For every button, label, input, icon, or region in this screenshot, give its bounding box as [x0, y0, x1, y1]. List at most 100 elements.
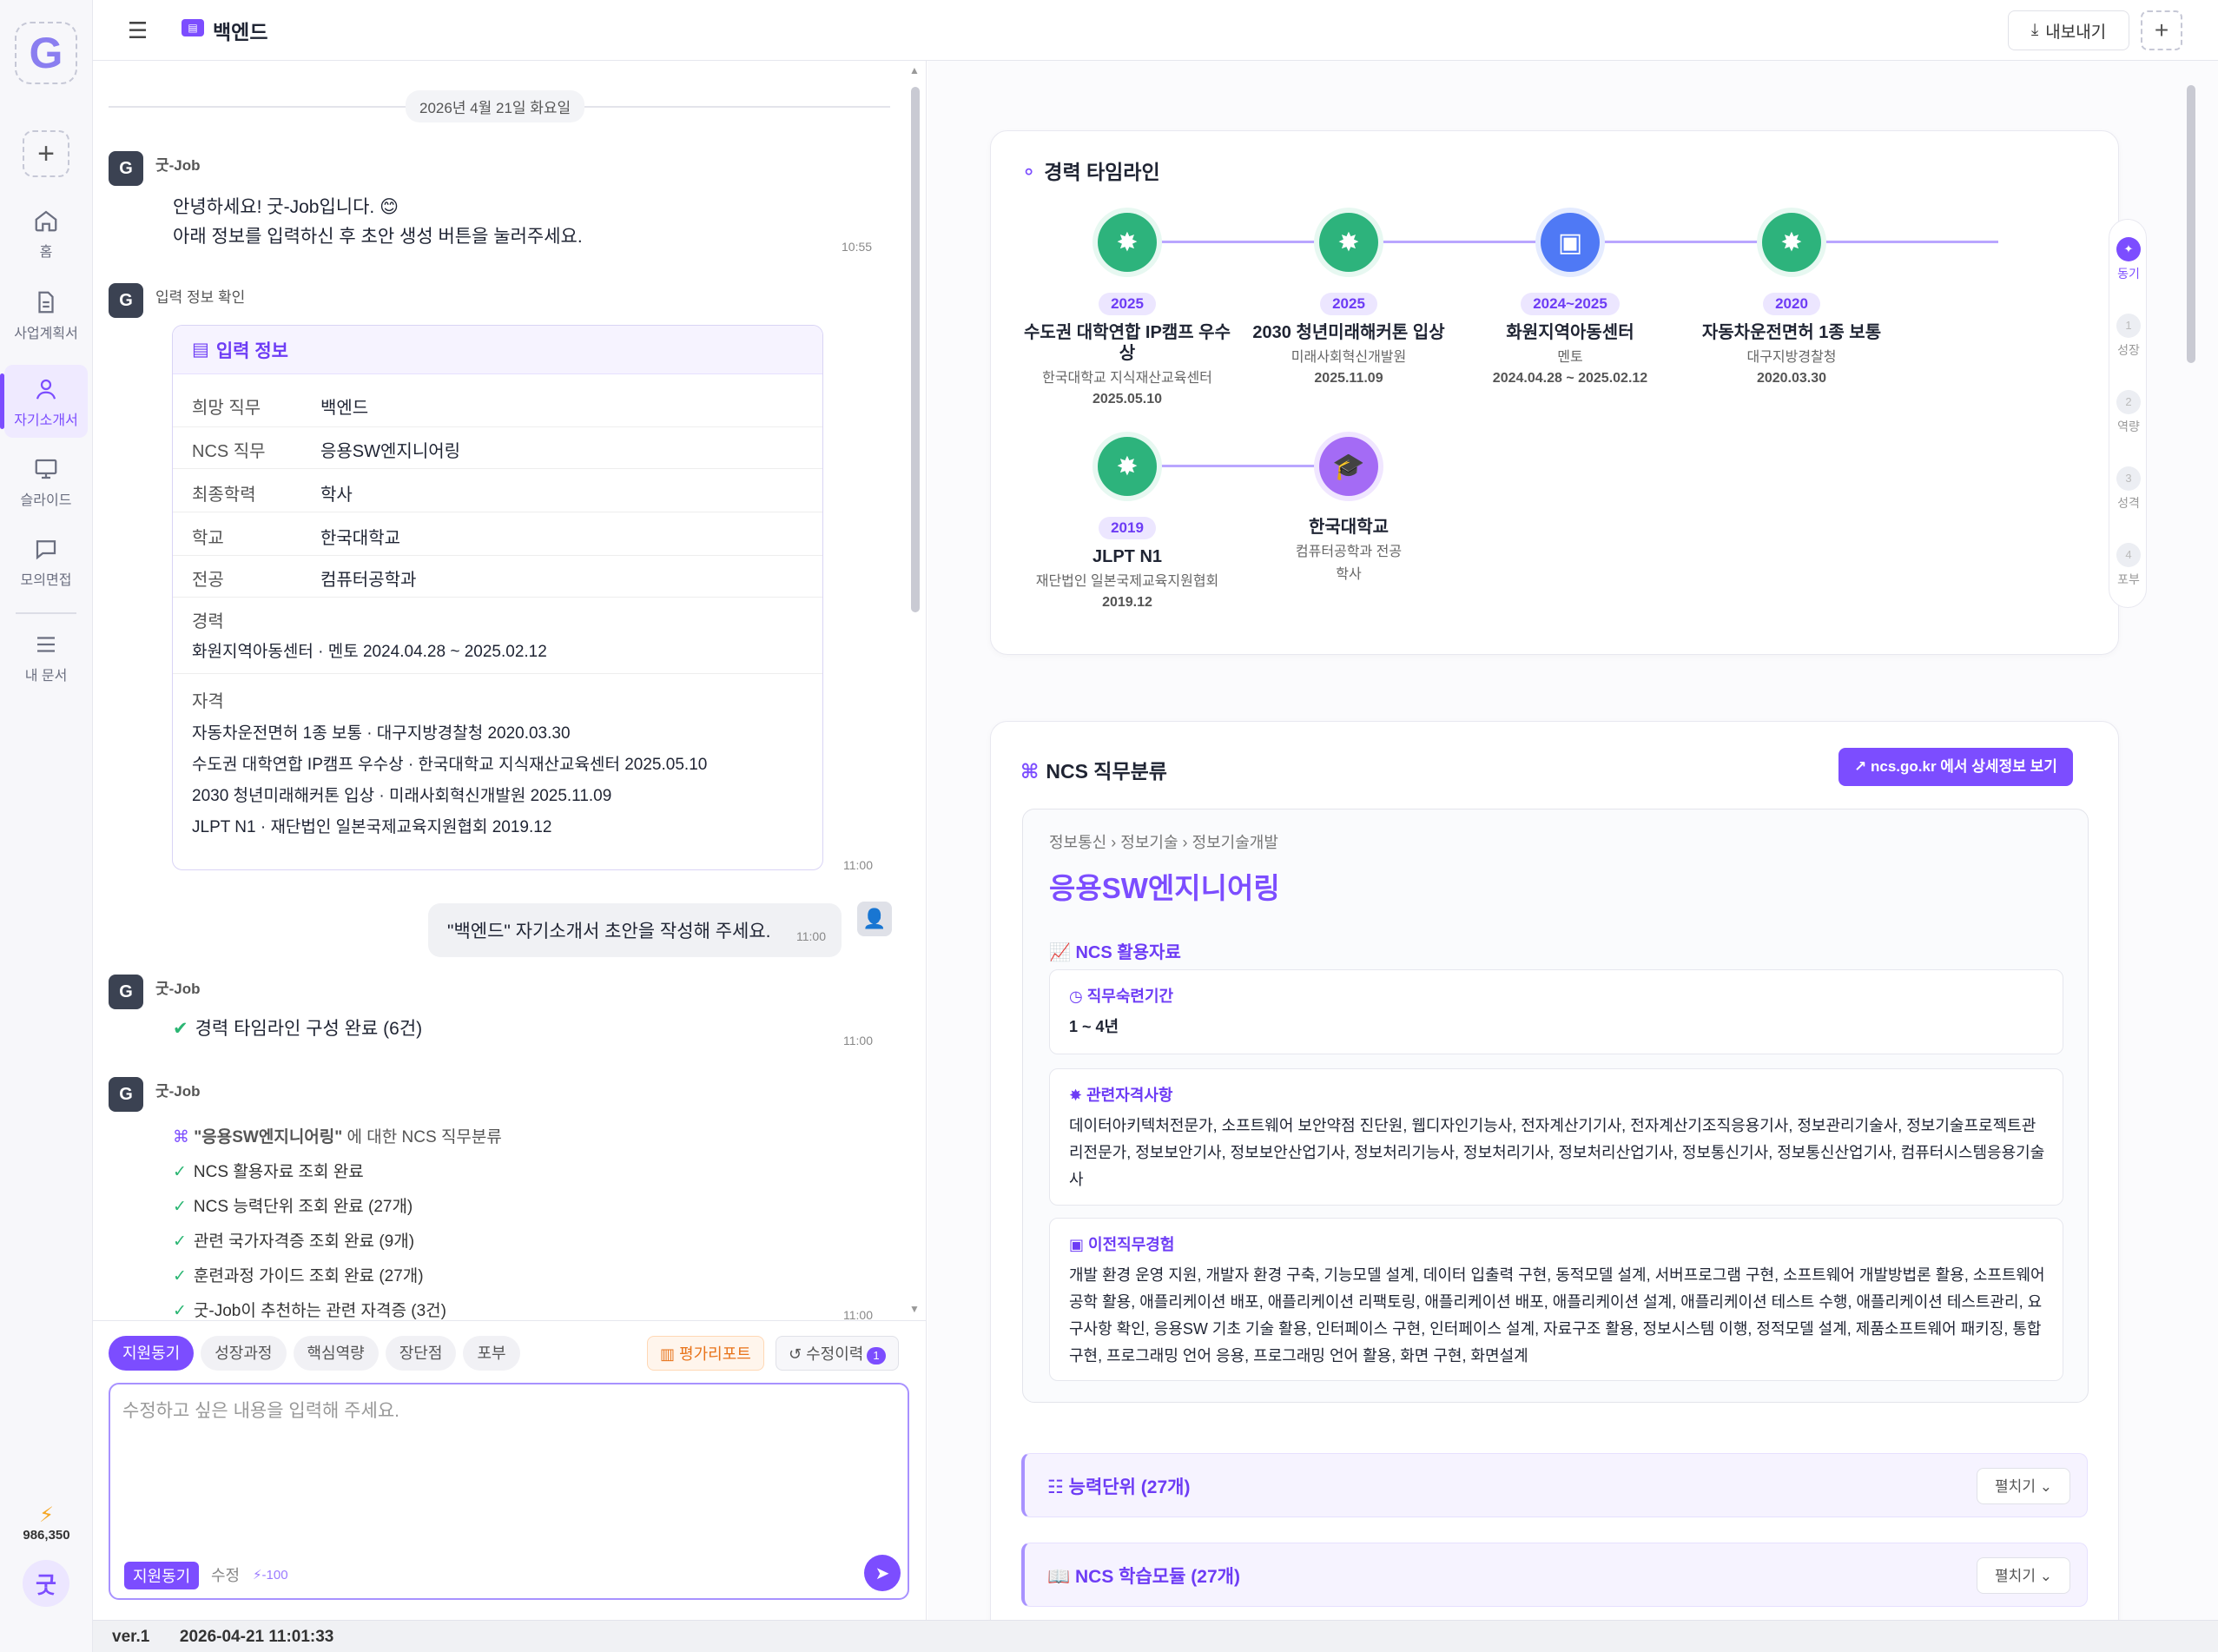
timeline-node[interactable]: ✸ 2025 2030 청년미래해커톤 입상 미래사회혁신개발원 2025.11… — [1240, 213, 1457, 387]
chevron-down-icon: ⌄ — [2039, 1478, 2052, 1495]
new-document-button[interactable]: + — [23, 130, 69, 177]
period-title: 직무숙련기간 — [1086, 988, 1174, 1005]
timeline-node[interactable]: 🎓 한국대학교 컴퓨터공학과 전공 학사 — [1240, 437, 1457, 583]
nav-item-slides[interactable]: 슬라이드 — [4, 445, 88, 518]
field-row: 희망 직무 백엔드 — [192, 393, 804, 419]
evaluation-report-button[interactable]: ▥ 평가리포트 — [647, 1336, 764, 1371]
step-number: 2 — [2116, 390, 2141, 414]
units-collapsible[interactable]: ☷ 능력단위 (27개) 펼치기 ⌄ — [1021, 1453, 2088, 1517]
section-tabs: 지원동기 성장과정 핵심역량 장단점 포부 — [109, 1336, 520, 1374]
tab-aspiration[interactable]: 포부 — [463, 1336, 520, 1371]
node-year: 2025 — [1320, 293, 1377, 315]
nav-item-home[interactable]: 홈 — [4, 196, 88, 269]
timeline-node[interactable]: ✸ 2025 수도권 대학연합 IP캠프 우수상 한국대학교 지식재산교육센터 … — [1019, 213, 1236, 407]
ncs-title-text: NCS 직무분류 — [1046, 760, 1167, 783]
avatar[interactable]: 굿 — [23, 1560, 69, 1607]
node-name: 2030 청년미래해커톤 입상 — [1252, 323, 1445, 342]
node-date: 2025.05.10 — [1092, 392, 1163, 406]
tab-strengths[interactable]: 장단점 — [385, 1336, 457, 1371]
modules-collapsible[interactable]: 📖 NCS 학습모듈 (27개) 펼치기 ⌄ — [1021, 1543, 2088, 1607]
check-text: 훈련과정 가이드 조회 완료 (27개) — [193, 1267, 424, 1285]
step-competency[interactable]: 2 역량 — [2109, 390, 2148, 435]
nav-item-my-documents[interactable]: 내 문서 — [4, 620, 88, 693]
id-card-icon: ▤ — [182, 19, 204, 36]
expand-button[interactable]: 펼치기 ⌄ — [1977, 1468, 2070, 1504]
rail-divider — [16, 612, 76, 614]
timeline-node[interactable]: ✸ 2019 JLPT N1 재단법인 일본국제교육지원협회 2019.12 — [1019, 437, 1236, 611]
row-divider — [173, 555, 822, 556]
export-button[interactable]: ⤓ 내보내기 — [2008, 10, 2129, 50]
cert-item: 수도권 대학연합 IP캠프 우수상 · 한국대학교 지식재산교육센터 2025.… — [192, 756, 708, 774]
timeline-node[interactable]: ▣ 2024~2025 화원지역아동센터 멘토 2024.04.28 ~ 202… — [1462, 213, 1679, 387]
units-label: 능력단위 (27개) — [1068, 1477, 1191, 1497]
edit-input[interactable] — [122, 1397, 887, 1527]
field-label: 전공 — [192, 571, 224, 590]
chat-scrollbar[interactable] — [911, 87, 920, 612]
field-value: 백엔드 — [320, 399, 369, 418]
document-title: 백엔드 — [213, 21, 268, 43]
badge-icon: ✸ — [1069, 1087, 1083, 1104]
person-icon — [30, 373, 62, 405]
check-icon: ✓ — [173, 1163, 187, 1181]
edit-history-button[interactable]: ↺ 수정이력 1 — [776, 1336, 899, 1371]
chevron-right-icon: › — [1182, 834, 1188, 851]
modules-label: NCS 학습모듈 (27개) — [1075, 1567, 1240, 1587]
breadcrumb-item[interactable]: 정보기술 — [1120, 834, 1178, 851]
step-growth[interactable]: 1 성장 — [2109, 314, 2148, 359]
app-logo[interactable]: G — [15, 22, 77, 84]
node-year: 2025 — [1099, 293, 1156, 315]
period-heading: ◷ 직무숙련기간 — [1069, 984, 1173, 1007]
timeline-done-message: ✔ 경력 타임라인 구성 완료 (6건) — [173, 1014, 422, 1044]
send-button[interactable]: ➤ — [864, 1555, 901, 1591]
timeline-node[interactable]: ✸ 2020 자동차운전면허 1종 보통 대구지방경찰청 2020.03.30 — [1683, 213, 1900, 387]
transfer-value: 개발 환경 운영 지원, 개발자 환경 구축, 기능모델 설계, 데이터 입출력… — [1069, 1266, 2045, 1365]
badge-icon: ✸ — [1319, 213, 1378, 272]
step-motivation[interactable]: ✦ 동기 — [2109, 237, 2148, 282]
scroll-down-arrow[interactable]: ▼ — [909, 1303, 920, 1315]
node-name: 수도권 대학연합 IP캠프 우수상 — [1024, 323, 1231, 363]
row-divider — [173, 426, 822, 427]
greeting-line-1: 안녕하세요! 굿-Job입니다. 😊 — [173, 197, 399, 217]
ncs-external-link-button[interactable]: ↗ ncs.go.kr 에서 상세정보 보기 — [1838, 748, 2073, 786]
preview-scrollbar[interactable] — [2187, 85, 2195, 363]
briefcase-icon: ▣ — [1541, 213, 1600, 272]
nav-label: 사업계획서 — [14, 327, 78, 341]
cost-value: -100 — [261, 1568, 288, 1583]
add-button[interactable]: + — [2141, 10, 2182, 50]
certs-value: 데이터아키텍처전문가, 소프트웨어 보안약점 진단원, 웹디자인기능사, 전자계… — [1069, 1117, 2045, 1188]
menu-icon[interactable]: ☰ — [128, 17, 154, 43]
sender-name: 굿-Job — [155, 157, 201, 174]
bot-avatar: G — [109, 283, 143, 318]
row-divider — [173, 468, 822, 469]
nav-item-cover-letter[interactable]: 자기소개서 — [0, 365, 88, 438]
expand-label: 펼치기 — [1995, 1478, 2036, 1495]
step-personality[interactable]: 3 성격 — [2109, 466, 2148, 512]
date-pill: 2026년 4월 21일 화요일 — [406, 90, 585, 122]
download-icon: ⤓ — [2030, 21, 2039, 39]
nav-item-business-plan[interactable]: 사업계획서 — [4, 278, 88, 351]
check-text: NCS 능력단위 조회 완료 (27개) — [193, 1198, 413, 1216]
scroll-up-arrow[interactable]: ▲ — [909, 64, 920, 76]
check-text: NCS 활용자료 조회 완료 — [193, 1163, 364, 1181]
tab-growth[interactable]: 성장과정 — [201, 1336, 287, 1371]
node-org: 재단법인 일본국제교육지원협회 — [1035, 574, 1219, 589]
badge-icon: ✸ — [1098, 437, 1157, 496]
tab-competency[interactable]: 핵심역량 — [293, 1336, 379, 1371]
node-year: 2020 — [1763, 293, 1820, 315]
expand-button[interactable]: 펼치기 ⌄ — [1977, 1557, 2070, 1594]
timeline-title: ⚬ 경력 타임라인 — [1020, 155, 1160, 185]
chart-line-icon: 📈 — [1049, 943, 1071, 962]
user-avatar-icon: 👤 — [857, 902, 892, 936]
node-date: 2019.12 — [1102, 595, 1152, 610]
app-root: G + 홈 사업계획서 자기소개서 슬라이드 모의면접 내 문서 ⚡ 986,3… — [0, 0, 2218, 1652]
node-year: 2024~2025 — [1521, 293, 1620, 315]
tab-motivation[interactable]: 지원동기 — [109, 1336, 195, 1371]
bolt-icon: ⚡ — [39, 1503, 54, 1527]
breadcrumb-item[interactable]: 정보통신 — [1049, 834, 1106, 851]
breadcrumb-item[interactable]: 정보기술개발 — [1192, 834, 1278, 851]
step-aspiration[interactable]: 4 포부 — [2109, 543, 2148, 588]
nav-item-mock-interview[interactable]: 모의면접 — [4, 525, 88, 598]
briefcase-icon: ▣ — [1069, 1236, 1085, 1253]
ncs-job-box: 정보통신 › 정보기술 › 정보기술개발 응용SW엔지니어링 📈 NCS 활용자… — [1022, 809, 2089, 1403]
preview-pane: ⚬ 경력 타임라인 ✸ 2025 수도권 대학연합 IP캠프 우수상 한국대학교 … — [927, 61, 2218, 1620]
